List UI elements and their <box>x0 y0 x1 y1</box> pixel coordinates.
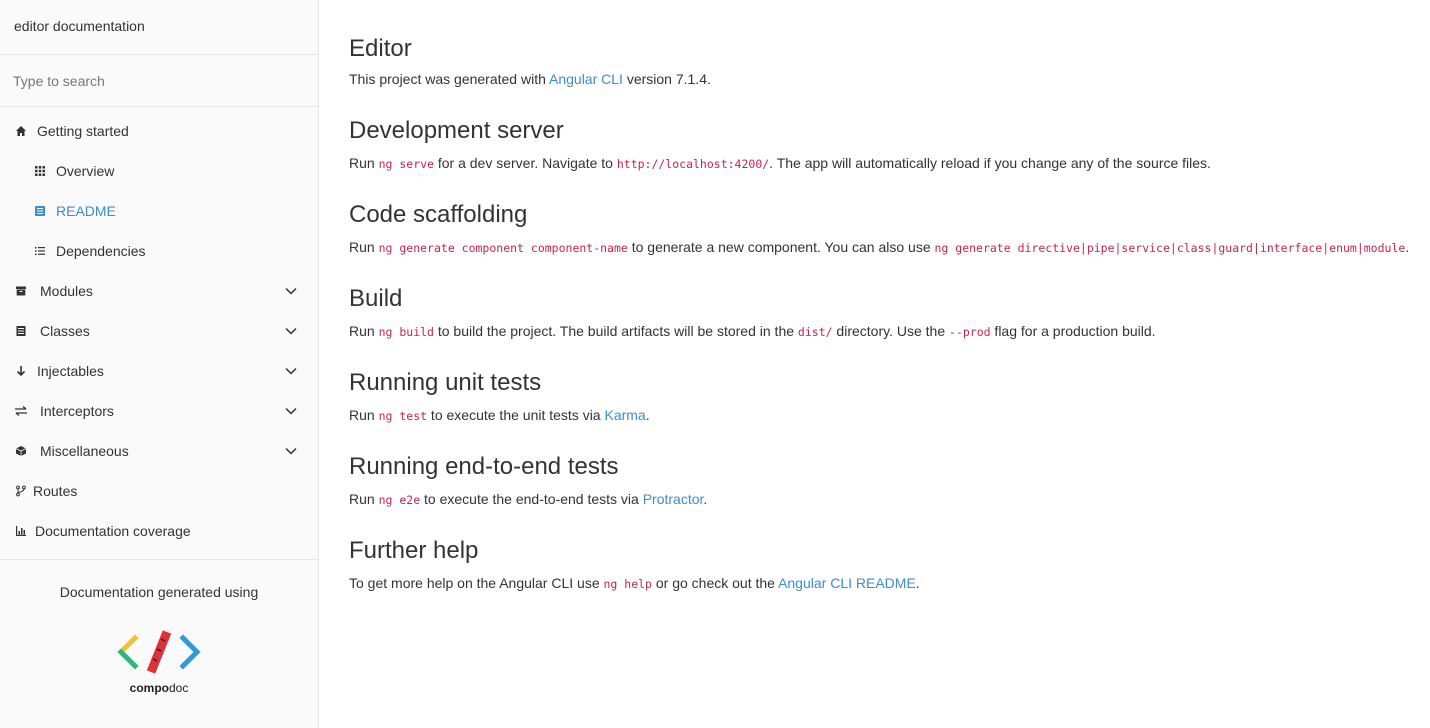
sidebar-item-dependencies[interactable]: Dependencies <box>0 231 318 271</box>
sidebar-item-miscellaneous[interactable]: Miscellaneous <box>0 431 318 471</box>
code-snippet: ng build <box>378 325 434 339</box>
section-code-scaffolding: Code scaffolding Run ng generate compone… <box>349 198 1410 282</box>
section-dev-server: Development server Run ng serve for a de… <box>349 114 1410 198</box>
protractor-link[interactable]: Protractor <box>643 491 704 507</box>
chevron-down-icon[interactable] <box>284 364 298 378</box>
bar-chart-icon <box>14 524 28 538</box>
section-heading: Development server <box>349 117 564 144</box>
sidebar-item-getting-started[interactable]: Getting started <box>0 111 318 151</box>
search-input[interactable] <box>0 55 318 106</box>
sidebar-item-label: Miscellaneous <box>40 443 129 459</box>
sidebar-item-label: Interceptors <box>40 403 114 419</box>
code-snippet: ng generate directive|pipe|service|class… <box>934 241 1406 255</box>
search-box <box>0 55 318 107</box>
code-snippet: ng test <box>378 409 428 423</box>
section-e2e-tests: Running end-to-end tests Run ng e2e to e… <box>349 450 1410 534</box>
section-build: Build Run ng build to build the project.… <box>349 282 1410 366</box>
karma-link[interactable]: Karma <box>604 407 645 423</box>
arrow-down-icon <box>14 364 28 378</box>
angular-cli-readme-link[interactable]: Angular CLI README <box>778 575 916 591</box>
code-snippet: dist/ <box>797 325 833 339</box>
section-paragraph: Run ng generate component component-name… <box>349 239 1410 255</box>
sidebar-item-routes[interactable]: Routes <box>0 471 318 511</box>
sidebar-item-overview[interactable]: Overview <box>0 151 318 191</box>
section-paragraph: Run ng test to execute the unit tests vi… <box>349 407 650 423</box>
sidebar-item-label: Classes <box>40 323 90 339</box>
footer-text: Documentation generated using <box>59 584 259 600</box>
code-snippet: --prod <box>949 325 991 339</box>
sidebar-menu: Getting started Overview README Dependen… <box>0 107 318 551</box>
chevron-down-icon[interactable] <box>284 404 298 418</box>
sidebar-item-classes[interactable]: Classes <box>0 311 318 351</box>
code-fork-icon <box>14 484 28 498</box>
compodoc-logo[interactable]: compodoc <box>117 626 201 695</box>
cube-icon <box>14 444 28 458</box>
code-snippet: ng generate component component-name <box>378 241 628 255</box>
sidebar-item-label: Dependencies <box>56 243 146 259</box>
sidebar-item-label: Documentation coverage <box>35 523 191 539</box>
sidebar-item-label: Overview <box>56 163 115 179</box>
section-further-help: Further help To get more help on the Ang… <box>349 534 1410 618</box>
sidebar-item-documentation-coverage[interactable]: Documentation coverage <box>0 511 318 551</box>
section-heading: Build <box>349 285 403 312</box>
code-snippet: ng serve <box>378 157 434 171</box>
archive-icon <box>14 284 28 298</box>
sidebar: editor documentation Getting started Ove… <box>0 0 319 728</box>
chevron-down-icon[interactable] <box>284 324 298 338</box>
section-heading: Running unit tests <box>349 369 542 396</box>
file-icon <box>14 324 28 338</box>
sidebar-item-interceptors[interactable]: Interceptors <box>0 391 318 431</box>
chevron-down-icon[interactable] <box>284 284 298 298</box>
logo-text: compodoc <box>129 681 189 695</box>
section-heading: Further help <box>349 537 479 564</box>
book-icon <box>33 204 47 218</box>
sidebar-item-label: Getting started <box>37 123 129 139</box>
sidebar-item-modules[interactable]: Modules <box>0 271 318 311</box>
sidebar-footer: Documentation generated using compodoc <box>0 560 318 695</box>
sidebar-item-label: README <box>56 203 116 219</box>
sidebar-item-readme[interactable]: README <box>0 191 318 231</box>
code-snippet: http://localhost:4200/ <box>616 157 770 171</box>
sidebar-item-injectables[interactable]: Injectables <box>0 351 318 391</box>
sidebar-item-label: Modules <box>40 283 93 299</box>
section-paragraph: Run ng build to build the project. The b… <box>349 323 1156 339</box>
home-icon <box>14 124 28 138</box>
code-snippet: ng help <box>603 577 652 591</box>
section-intro: Editor This project was generated with A… <box>349 32 1410 114</box>
section-heading: Running end-to-end tests <box>349 453 619 480</box>
sidebar-item-label: Injectables <box>37 363 104 379</box>
exchange-icon <box>14 404 28 418</box>
sidebar-title[interactable]: editor documentation <box>0 0 318 55</box>
sidebar-item-label: Routes <box>33 483 78 499</box>
section-paragraph: Run ng serve for a dev server. Navigate … <box>349 155 1211 171</box>
section-unit-tests: Running unit tests Run ng test to execut… <box>349 366 1410 450</box>
section-paragraph: To get more help on the Angular CLI use … <box>349 575 920 591</box>
section-paragraph: Run ng e2e to execute the end-to-end tes… <box>349 491 708 507</box>
intro-paragraph: This project was generated with Angular … <box>349 71 711 87</box>
angular-cli-link[interactable]: Angular CLI <box>549 71 623 87</box>
main-content: Editor This project was generated with A… <box>349 32 1410 618</box>
page-title: Editor <box>349 35 412 62</box>
grid-icon <box>33 164 47 178</box>
section-heading: Code scaffolding <box>349 201 528 228</box>
code-snippet: ng e2e <box>378 493 421 507</box>
chevron-down-icon[interactable] <box>284 444 298 458</box>
list-icon <box>33 244 47 258</box>
